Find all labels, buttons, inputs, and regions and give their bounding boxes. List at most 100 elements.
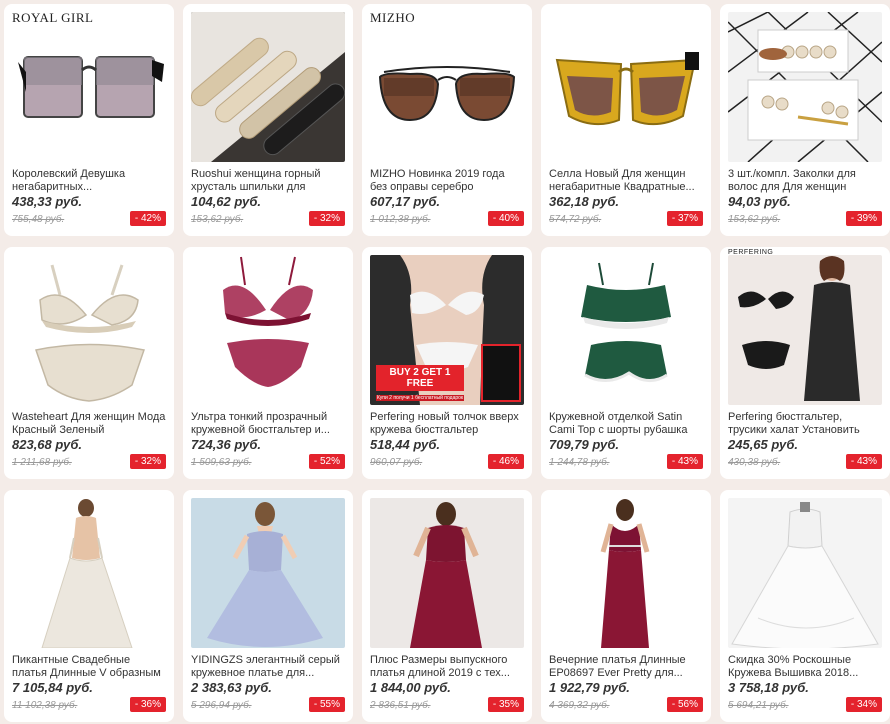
product-card[interactable]: PERFERING Perfering бюстгальтер, трусики…: [720, 247, 890, 479]
product-image[interactable]: [12, 498, 166, 648]
product-card[interactable]: 3 шт./компл. Заколки для волос для Для ж…: [720, 4, 890, 236]
product-title[interactable]: Селла Новый Для женщин негабаритные Квад…: [549, 168, 703, 194]
product-card[interactable]: Плюс Размеры выпускного платья длиной 20…: [362, 490, 532, 722]
product-title[interactable]: MIZHO Новинка 2019 года без оправы сереб…: [370, 168, 524, 194]
green-satin-set-icon: [549, 255, 703, 405]
product-price: 245,65 руб.: [728, 437, 799, 452]
product-title[interactable]: YIDINGZS элегантный серый кружевное плат…: [191, 654, 345, 680]
product-price: 104,62 руб.: [191, 194, 262, 209]
old-price: 4 369,32 руб.: [549, 700, 610, 711]
product-title[interactable]: Королевский Девушка негабаритных...: [12, 168, 166, 194]
product-title[interactable]: Вечерние платья Длинные EP08697 Ever Pre…: [549, 654, 703, 680]
old-price: 574,72 руб.: [549, 214, 602, 225]
product-price: 724,36 руб.: [191, 437, 262, 452]
pearl-hair-clips-icon: [728, 12, 882, 162]
discount-badge: - 36%: [129, 697, 166, 712]
product-image[interactable]: [12, 12, 166, 162]
discount-badge: - 55%: [308, 697, 345, 712]
discount-badge: - 40%: [487, 211, 524, 226]
product-price: 607,17 руб.: [370, 194, 441, 209]
product-card[interactable]: ROYAL GIRL Королевский Девушка негабарит…: [4, 4, 174, 236]
old-price: 2 836,51 руб.: [370, 700, 431, 711]
product-price: 1 922,79 руб.: [549, 680, 630, 695]
product-title[interactable]: Кружевной отделкой Satin Cami Top с шорт…: [549, 411, 703, 437]
product-card[interactable]: MIZHO MIZHO Новинка 2019 года без оправы…: [362, 4, 532, 236]
black-robe-set-icon: [728, 255, 882, 405]
product-price: 362,18 руб.: [549, 194, 620, 209]
product-image[interactable]: [549, 255, 703, 405]
old-price: 1 012,38 руб.: [370, 214, 431, 225]
product-image[interactable]: [549, 12, 703, 162]
burgundy-lingerie-set-icon: [191, 255, 345, 405]
ball-gown-wedding-dress-icon: [728, 498, 882, 648]
product-title[interactable]: Perfering новый толчок вверх кружева бюс…: [370, 411, 524, 437]
product-card[interactable]: BUY 2 GET 1 FREE Купи 2 получи 1 бесплат…: [362, 247, 532, 479]
product-price: 823,68 руб.: [12, 437, 83, 452]
product-title[interactable]: 3 шт./компл. Заколки для волос для Для ж…: [728, 168, 882, 194]
product-price: 7 105,84 руб.: [12, 680, 93, 695]
product-price: 518,44 руб.: [370, 437, 441, 452]
old-price: 960,07 руб.: [370, 457, 423, 468]
old-price: 1 509,63 руб.: [191, 457, 252, 468]
product-title[interactable]: Скидка 30% Роскошные Кружева Вышивка 201…: [728, 654, 882, 680]
product-card[interactable]: Ruoshui женщина горный хрусталь шпильки …: [183, 4, 353, 236]
discount-badge: - 34%: [845, 697, 882, 712]
beige-lingerie-set-icon: [12, 255, 166, 405]
product-image[interactable]: [728, 498, 882, 648]
old-price: 430,38 руб.: [728, 457, 781, 468]
product-image[interactable]: [728, 255, 882, 405]
discount-badge: - 56%: [666, 697, 703, 712]
brand-label: PERFERING: [728, 249, 774, 256]
product-title[interactable]: Ruoshui женщина горный хрусталь шпильки …: [191, 168, 345, 194]
product-price: 94,03 руб.: [728, 194, 791, 209]
discount-badge: - 46%: [487, 454, 524, 469]
product-price: 2 383,63 руб.: [191, 680, 272, 695]
discount-badge: - 39%: [845, 211, 882, 226]
product-title[interactable]: Пикантные Свадебные платья Длинные V обр…: [12, 654, 166, 680]
old-price: 755,48 руб.: [12, 214, 65, 225]
discount-badge: - 32%: [308, 211, 345, 226]
product-image[interactable]: [549, 498, 703, 648]
product-card[interactable]: Вечерние платья Длинные EP08697 Ever Pre…: [541, 490, 711, 722]
product-card[interactable]: Селла Новый Для женщин негабаритные Квад…: [541, 4, 711, 236]
old-price: 1 244,78 руб.: [549, 457, 610, 468]
product-card[interactable]: Скидка 30% Роскошные Кружева Вышивка 201…: [720, 490, 890, 722]
discount-badge: - 35%: [487, 697, 524, 712]
product-title[interactable]: Плюс Размеры выпускного платья длиной 20…: [370, 654, 524, 680]
backless-wedding-dress-icon: [12, 498, 166, 648]
product-card[interactable]: YIDINGZS элегантный серый кружевное плат…: [183, 490, 353, 722]
product-price: 1 844,00 руб.: [370, 680, 451, 695]
old-price: 5 694,21 руб.: [728, 700, 789, 711]
old-price: 1 211,68 руб.: [12, 457, 72, 468]
product-card[interactable]: Кружевной отделкой Satin Cami Top с шорт…: [541, 247, 711, 479]
product-price: 438,33 руб.: [12, 194, 83, 209]
product-card[interactable]: Wasteheart Для женщин Мода Красный Зелен…: [4, 247, 174, 479]
product-grid: ROYAL GIRL Королевский Девушка негабарит…: [4, 4, 890, 722]
discount-badge: - 43%: [845, 454, 882, 469]
burgundy-evening-gown-icon: [549, 498, 703, 648]
product-card[interactable]: Пикантные Свадебные платья Длинные V обр…: [4, 490, 174, 722]
hair-clips-rhinestone-icon: [191, 12, 345, 162]
product-card[interactable]: Ультра тонкий прозрачный кружевной бюстг…: [183, 247, 353, 479]
product-title[interactable]: Perfering бюстгальтер, трусики халат Уст…: [728, 411, 882, 437]
old-price: 153,62 руб.: [728, 214, 781, 225]
product-title[interactable]: Ультра тонкий прозрачный кружевной бюстг…: [191, 411, 345, 437]
product-image[interactable]: [12, 255, 166, 405]
discount-badge: - 52%: [308, 454, 345, 469]
lace-party-dress-icon: [191, 498, 345, 648]
product-image[interactable]: [370, 12, 524, 162]
product-image[interactable]: BUY 2 GET 1 FREE Купи 2 получи 1 бесплат…: [370, 255, 524, 405]
brand-label: MIZHO: [370, 10, 416, 25]
discount-badge: - 37%: [666, 211, 703, 226]
product-image[interactable]: [191, 255, 345, 405]
brand-label: ROYAL GIRL: [12, 10, 94, 25]
product-image[interactable]: [370, 498, 524, 648]
product-price: 709,79 руб.: [549, 437, 620, 452]
product-image[interactable]: [191, 12, 345, 162]
promo-banner: BUY 2 GET 1 FREE: [376, 365, 464, 391]
promo-subtext: Купи 2 получи 1 бесплатный подарок: [376, 395, 464, 401]
sunglasses-square-pink-icon: [12, 12, 166, 162]
product-image[interactable]: [191, 498, 345, 648]
product-title[interactable]: Wasteheart Для женщин Мода Красный Зелен…: [12, 411, 166, 437]
product-image[interactable]: [728, 12, 882, 162]
